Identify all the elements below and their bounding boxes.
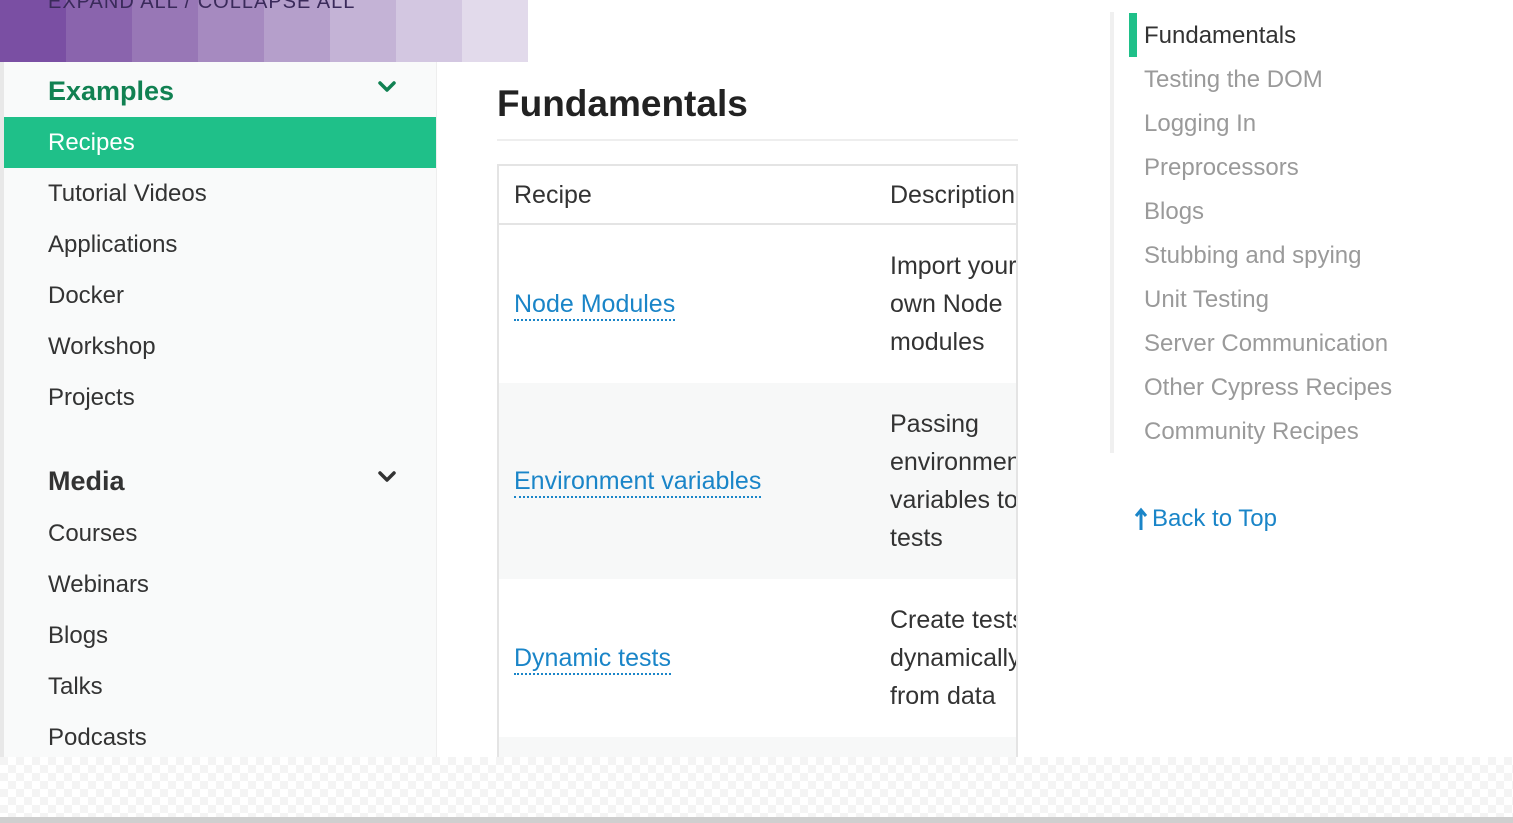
description-line: dynamically bbox=[890, 644, 1018, 672]
sidebar-item-recipes[interactable]: Recipes bbox=[4, 117, 436, 168]
sidebar-item-docker[interactable]: Docker bbox=[4, 270, 436, 321]
table-header-description: Description bbox=[890, 180, 1016, 209]
arrow-up-icon bbox=[1134, 507, 1148, 530]
recipe-description: Create tests dynamically from data bbox=[890, 601, 1018, 715]
sidebar-item-blogs[interactable]: Blogs bbox=[4, 610, 436, 661]
toc-item-fundamentals[interactable]: Fundamentals bbox=[1144, 22, 1296, 50]
toc-item-community-recipes[interactable]: Community Recipes bbox=[1144, 418, 1359, 446]
description-line: variables to bbox=[890, 486, 1018, 514]
sidebar-item-courses[interactable]: Courses bbox=[4, 508, 436, 559]
title-divider bbox=[497, 139, 1018, 141]
recipes-table: Recipe Description Node Modules Import y… bbox=[497, 164, 1018, 764]
toc-active-indicator bbox=[1129, 13, 1137, 57]
page-title: Fundamentals bbox=[497, 83, 748, 124]
toc-item-other-cypress-recipes[interactable]: Other Cypress Recipes bbox=[1144, 374, 1392, 402]
table-row: Dynamic tests Create tests dynamically f… bbox=[499, 579, 1016, 737]
expand-collapse-all-link[interactable]: EXPAND ALL / COLLAPSE ALL bbox=[48, 0, 355, 14]
sidebar-section-media[interactable]: Media bbox=[48, 456, 125, 506]
toc-item-testing-the-dom[interactable]: Testing the DOM bbox=[1144, 66, 1323, 94]
description-line: Create tests bbox=[890, 606, 1018, 634]
toc-item-preprocessors[interactable]: Preprocessors bbox=[1144, 154, 1299, 182]
toc-item-logging-in[interactable]: Logging In bbox=[1144, 110, 1256, 138]
sidebar-item-applications[interactable]: Applications bbox=[4, 219, 436, 270]
banner-block-8 bbox=[462, 0, 528, 62]
table-header-recipe: Recipe bbox=[514, 180, 592, 209]
description-line: environment bbox=[890, 448, 1018, 476]
sidebar-item-talks[interactable]: Talks bbox=[4, 661, 436, 712]
toc-item-blogs[interactable]: Blogs bbox=[1144, 198, 1204, 226]
table-row: Environment variables Passing environmen… bbox=[499, 383, 1016, 579]
sidebar-item-projects[interactable]: Projects bbox=[4, 372, 436, 423]
chevron-down-icon[interactable] bbox=[376, 76, 398, 98]
sidebar: Examples Recipes Tutorial Videos Applica… bbox=[0, 62, 437, 762]
description-line: Import your bbox=[890, 252, 1017, 280]
sidebar-item-tutorial-videos[interactable]: Tutorial Videos bbox=[4, 168, 436, 219]
back-to-top-label: Back to Top bbox=[1152, 505, 1277, 532]
table-row: Node Modules Import your own Node module… bbox=[499, 225, 1016, 383]
recipe-description: Import your own Node modules bbox=[890, 247, 1017, 361]
description-line: tests bbox=[890, 524, 943, 552]
top-banner-strip: EXPAND ALL / COLLAPSE ALL bbox=[0, 0, 528, 62]
footer-pattern bbox=[0, 757, 1513, 817]
back-to-top-link[interactable]: Back to Top bbox=[1134, 505, 1277, 533]
toc-item-stubbing-and-spying[interactable]: Stubbing and spying bbox=[1144, 242, 1362, 270]
sidebar-item-podcasts[interactable]: Podcasts bbox=[4, 712, 436, 763]
description-line: own Node bbox=[890, 290, 1003, 318]
banner-block-7 bbox=[396, 0, 462, 62]
sidebar-item-workshop[interactable]: Workshop bbox=[4, 321, 436, 372]
recipe-link-environment-variables[interactable]: Environment variables bbox=[514, 466, 762, 498]
description-line: from data bbox=[890, 682, 996, 710]
toc-item-unit-testing[interactable]: Unit Testing bbox=[1144, 286, 1269, 314]
sidebar-item-webinars[interactable]: Webinars bbox=[4, 559, 436, 610]
chevron-down-icon[interactable] bbox=[376, 466, 398, 488]
recipe-description: Passing environment variables to tests bbox=[890, 405, 1018, 557]
recipe-link-dynamic-tests[interactable]: Dynamic tests bbox=[514, 643, 671, 675]
recipe-link-node-modules[interactable]: Node Modules bbox=[514, 289, 676, 321]
description-line: Passing bbox=[890, 410, 979, 438]
toc-item-server-communication[interactable]: Server Communication bbox=[1144, 330, 1388, 358]
description-line: modules bbox=[890, 328, 985, 356]
bottom-bar bbox=[0, 817, 1513, 823]
sidebar-section-examples[interactable]: Examples bbox=[48, 66, 174, 116]
